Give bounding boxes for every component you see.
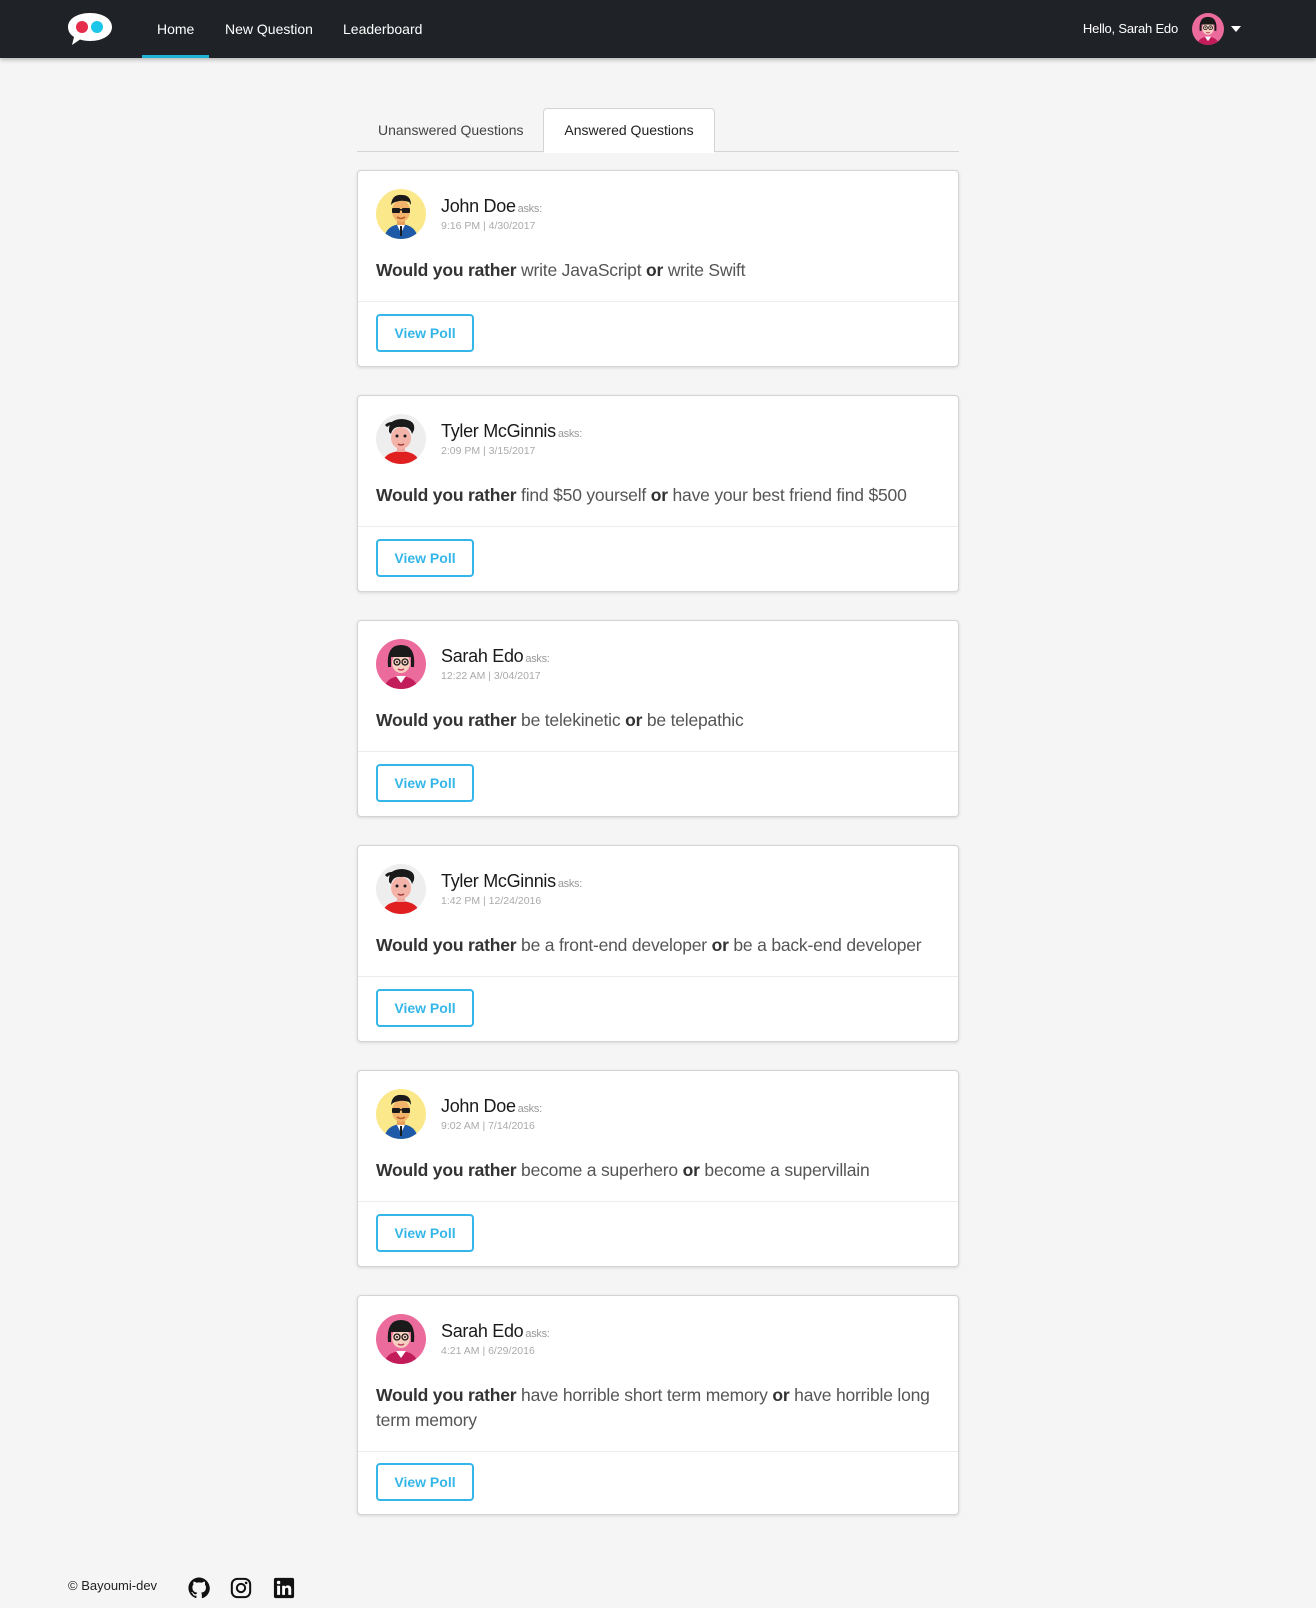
question-author: Sarah Edo asks:	[441, 1321, 550, 1342]
asks-label: asks:	[557, 428, 583, 440]
question-card: Sarah Edo asks: 4:21 AM | 6/29/2016 Would y…	[357, 1295, 959, 1515]
question-text: Would you rather write JavaScript or wri…	[376, 258, 940, 283]
option-two-text: have your best friend find $500	[672, 485, 907, 505]
author-avatar	[376, 1314, 426, 1364]
would-you-rather-label: Would you rather	[376, 1160, 517, 1180]
question-author: Tyler McGinnis asks:	[441, 871, 582, 892]
question-timestamp: 1:42 PM | 12/24/2016	[441, 895, 542, 907]
question-text: Would you rather find $50 yourself or ha…	[376, 483, 940, 508]
or-label: or	[772, 1385, 790, 1405]
instagram-icon[interactable]	[230, 1577, 252, 1599]
or-label: or	[625, 710, 643, 730]
card-divider	[358, 976, 958, 977]
question-timestamp: 2:09 PM | 3/15/2017	[441, 445, 536, 457]
author-name: Sarah Edo	[441, 1321, 524, 1341]
would-you-rather-label: Would you rather	[376, 485, 517, 505]
github-icon[interactable]	[188, 1577, 210, 1599]
option-two-text: become a supervillain	[704, 1160, 870, 1180]
linkedin-icon[interactable]	[273, 1577, 295, 1599]
navbar: Home New Question Leaderboard Hello, Sar…	[0, 0, 1316, 58]
question-text: Would you rather have horrible short ter…	[376, 1383, 940, 1433]
question-timestamp: 9:02 AM | 7/14/2016	[441, 1120, 535, 1132]
tab-unanswered-questions[interactable]: Unanswered Questions	[378, 108, 524, 152]
asks-label: asks:	[557, 878, 583, 890]
option-two-text: be a back-end developer	[733, 935, 922, 955]
tab-answered-questions[interactable]: Answered Questions	[543, 108, 715, 153]
user-greeting: Hello, Sarah Edo	[1082, 21, 1178, 36]
question-author: John Doe asks:	[441, 196, 542, 217]
option-one-text: be a front-end developer	[521, 935, 707, 955]
asks-label: asks:	[525, 653, 550, 665]
nav-link-new-question[interactable]: New Question	[225, 0, 313, 58]
would-you-rather-label: Would you rather	[376, 710, 517, 730]
view-poll-button[interactable]: View Poll	[376, 314, 474, 352]
option-one-text: be telekinetic	[521, 710, 621, 730]
user-avatar[interactable]	[1192, 13, 1224, 45]
card-divider	[358, 1451, 958, 1452]
view-poll-button[interactable]: View Poll	[376, 989, 474, 1027]
author-name: John Doe	[441, 1096, 516, 1116]
option-one-text: find $50 yourself	[521, 485, 647, 505]
author-name: Sarah Edo	[441, 646, 524, 666]
nav-link-home[interactable]: Home	[141, 0, 210, 58]
view-poll-button[interactable]: View Poll	[376, 539, 474, 577]
card-divider	[358, 1201, 958, 1202]
or-label: or	[711, 935, 729, 955]
or-label: or	[646, 260, 664, 280]
asks-label: asks:	[517, 1103, 542, 1115]
question-card: Tyler McGinnis asks: 1:42 PM | 12/24/2016 W…	[357, 845, 959, 1042]
option-two-text: be telepathic	[646, 710, 744, 730]
nav-link-leaderboard[interactable]: Leaderboard	[343, 0, 422, 58]
question-text: Would you rather be telekinetic or be te…	[376, 708, 940, 733]
question-card: John Doe asks: 9:02 AM | 7/14/2016 Would yo…	[357, 1070, 959, 1267]
question-author: John Doe asks:	[441, 1096, 542, 1117]
question-text: Would you rather become a superhero or b…	[376, 1158, 940, 1183]
author-name: Tyler McGinnis	[441, 871, 556, 891]
or-label: or	[682, 1160, 700, 1180]
asks-label: asks:	[517, 203, 542, 215]
view-poll-button[interactable]: View Poll	[376, 1463, 474, 1501]
or-label: or	[650, 485, 668, 505]
card-divider	[358, 301, 958, 302]
would-you-rather-label: Would you rather	[376, 935, 517, 955]
question-card: Sarah Edo asks: 12:22 AM | 3/04/2017 Would …	[357, 620, 959, 817]
question-timestamp: 12:22 AM | 3/04/2017	[441, 670, 541, 682]
would-you-rather-label: Would you rather	[376, 260, 517, 280]
author-name: John Doe	[441, 196, 516, 216]
question-timestamp: 9:16 PM | 4/30/2017	[441, 220, 536, 232]
author-name: Tyler McGinnis	[441, 421, 556, 441]
view-poll-button[interactable]: View Poll	[376, 764, 474, 802]
option-one-text: write JavaScript	[521, 260, 642, 280]
would-you-rather-label: Would you rather	[376, 1385, 517, 1405]
footer-copyright: © Bayoumi-dev	[68, 1578, 158, 1593]
logo-icon[interactable]	[66, 11, 114, 47]
option-one-text: become a superhero	[521, 1160, 678, 1180]
card-divider	[358, 526, 958, 527]
asks-label: asks:	[525, 1328, 550, 1340]
question-text: Would you rather be a front-end develope…	[376, 933, 940, 958]
user-menu-caret-icon[interactable]	[1231, 26, 1241, 32]
view-poll-button[interactable]: View Poll	[376, 1214, 474, 1252]
author-avatar	[376, 414, 426, 464]
question-author: Tyler McGinnis asks:	[441, 421, 582, 442]
question-author: Sarah Edo asks:	[441, 646, 550, 667]
question-card: Tyler McGinnis asks: 2:09 PM | 3/15/2017 Wo…	[357, 395, 959, 592]
question-tabs: Unanswered Questions Answered Questions	[357, 108, 959, 153]
question-card: John Doe asks: 9:16 PM | 4/30/2017 Would yo…	[357, 170, 959, 367]
card-divider	[358, 751, 958, 752]
author-avatar	[376, 864, 426, 914]
option-one-text: have horrible short term memory	[521, 1385, 768, 1405]
question-timestamp: 4:21 AM | 6/29/2016	[441, 1345, 535, 1357]
author-avatar	[376, 189, 426, 239]
author-avatar	[376, 1089, 426, 1139]
option-two-text: write Swift	[667, 260, 746, 280]
author-avatar	[376, 639, 426, 689]
